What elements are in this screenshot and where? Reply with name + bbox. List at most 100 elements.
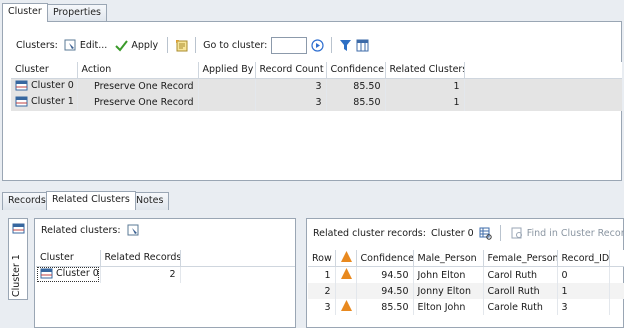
- filter-icon[interactable]: [339, 39, 352, 52]
- col-header-applied-by[interactable]: Applied By: [198, 62, 256, 79]
- tab-properties[interactable]: Properties: [47, 4, 108, 22]
- cluster-name: Cluster 1: [31, 95, 74, 107]
- table-row[interactable]: 3 85.50 Elton John Carole Ruth 3: [308, 299, 624, 315]
- col-header-confidence[interactable]: Confidence: [356, 250, 414, 267]
- tab-records[interactable]: Records: [2, 192, 52, 210]
- note-icon[interactable]: [175, 39, 188, 52]
- related-clusters-cell: 1: [385, 94, 465, 111]
- female-person-cell: Caroll Ruth: [483, 283, 558, 299]
- col-header-filler: [180, 250, 295, 267]
- filler-cell: [464, 78, 622, 95]
- find-icon: [511, 227, 524, 240]
- col-header-filler: [609, 250, 624, 267]
- edit-icon[interactable]: [127, 224, 140, 237]
- col-header-male-person[interactable]: Male_Person: [413, 250, 484, 267]
- related-records-cell: 2: [100, 266, 181, 283]
- toolbar-separator: [167, 37, 169, 53]
- col-header-record-id[interactable]: Record_ID: [557, 250, 610, 267]
- tab-cluster[interactable]: Cluster: [2, 3, 48, 22]
- male-person-cell: Elton John: [413, 299, 484, 315]
- confidence-cell: 94.50: [356, 266, 414, 283]
- col-header-filler: [464, 62, 622, 79]
- tab-related-clusters[interactable]: Related Clusters: [46, 191, 136, 210]
- apply-label: Apply: [131, 39, 159, 51]
- warning-icon: [340, 299, 353, 312]
- col-header-confidence[interactable]: Confidence: [326, 62, 386, 79]
- confidence-cell: 85.50: [356, 299, 414, 315]
- filler-cell: [609, 299, 624, 315]
- male-person-cell: Jonny Elton: [413, 283, 484, 299]
- applied-by-cell: [198, 94, 256, 111]
- cluster-icon: [40, 267, 53, 280]
- go-play-icon[interactable]: [311, 38, 324, 52]
- toolbar-separator: [195, 37, 197, 53]
- find-label: Find in Cluster Records: [526, 227, 624, 239]
- record-count-cell: 3: [255, 94, 327, 111]
- row-number-cell: 2: [308, 283, 336, 299]
- cluster-icon: [12, 222, 25, 235]
- record-id-cell: 0: [557, 266, 610, 283]
- col-header-related-clusters[interactable]: Related Clusters: [385, 62, 465, 79]
- grid-view-icon[interactable]: [479, 227, 492, 240]
- female-person-cell: Carole Ruth: [483, 299, 558, 315]
- record-id-cell: 3: [557, 299, 610, 315]
- confidence-cell: 94.50: [356, 283, 414, 299]
- warning-icon: [340, 250, 353, 263]
- clusters-grid: Cluster Action Applied By Record Count C…: [11, 62, 622, 111]
- table-row[interactable]: Cluster 0 Preserve One Record 3 85.50 1: [11, 78, 622, 95]
- cluster-toolbar: Clusters: Edit... Apply Go to cluster:: [11, 34, 621, 56]
- confidence-cell: 85.50: [326, 78, 386, 95]
- filler-cell: [464, 94, 622, 111]
- col-header-warning[interactable]: [335, 250, 357, 267]
- row-number-cell: 3: [308, 299, 336, 315]
- columns-icon[interactable]: [356, 39, 369, 52]
- col-header-row[interactable]: Row: [308, 250, 336, 267]
- cluster-icon: [15, 95, 28, 108]
- table-row[interactable]: 2 94.50 Jonny Elton Caroll Ruth 1: [308, 283, 624, 299]
- warning-cell: [335, 283, 357, 299]
- goto-cluster-label: Go to cluster:: [203, 39, 268, 51]
- toolbar-separator: [499, 225, 501, 241]
- table-row[interactable]: Cluster 1 Preserve One Record 3 85.50 1: [11, 94, 622, 111]
- record-id-cell: 1: [557, 283, 610, 299]
- col-header-action[interactable]: Action: [77, 62, 199, 79]
- checkmark-icon: [115, 39, 129, 52]
- side-tab-label: Cluster 1: [11, 254, 22, 297]
- col-header-cluster[interactable]: Cluster: [11, 62, 78, 79]
- filler-cell: [609, 283, 624, 299]
- toolbar-separator: [331, 37, 333, 53]
- edit-icon: [64, 39, 77, 52]
- clusters-label: Clusters:: [16, 39, 58, 51]
- col-header-cluster[interactable]: Cluster: [36, 250, 101, 267]
- cluster-name: Cluster 0: [31, 79, 74, 91]
- apply-button[interactable]: Apply: [113, 36, 160, 54]
- record-count-cell: 3: [255, 78, 327, 95]
- table-row[interactable]: Cluster 0 2: [36, 266, 295, 283]
- filler-cell: [609, 267, 624, 284]
- col-header-record-count[interactable]: Record Count: [255, 62, 327, 79]
- side-tab-cluster[interactable]: Cluster 1: [8, 218, 28, 300]
- cluster-icon: [15, 79, 28, 92]
- related-records-toolbar: Related cluster records: Cluster 0 Find …: [313, 224, 624, 242]
- filler-cell: [180, 266, 295, 283]
- related-records-grid: Row Confidence Male_Person Female_Person…: [308, 250, 624, 315]
- confidence-cell: 85.50: [326, 94, 386, 111]
- tab-notes[interactable]: Notes: [130, 192, 170, 210]
- related-records-label: Related cluster records:: [313, 227, 426, 239]
- related-clusters-label: Related clusters:: [41, 225, 121, 236]
- col-header-female-person[interactable]: Female_Person: [483, 250, 558, 267]
- table-row[interactable]: 1 94.50 John Elton Carol Ruth 0: [308, 266, 624, 284]
- find-in-cluster-records-button[interactable]: Find in Cluster Records: [509, 224, 624, 242]
- related-clusters-toolbar: Related clusters:: [41, 224, 140, 237]
- action-cell: Preserve One Record: [77, 78, 199, 95]
- related-clusters-grid: Cluster Related Records Cluster 0 2: [36, 250, 295, 283]
- female-person-cell: Carol Ruth: [483, 266, 558, 283]
- edit-label: Edit...: [79, 39, 108, 51]
- related-clusters-cell: 1: [385, 78, 465, 95]
- goto-cluster-input[interactable]: [271, 36, 308, 54]
- male-person-cell: John Elton: [413, 266, 484, 283]
- action-cell: Preserve One Record: [77, 94, 199, 111]
- applied-by-cell: [198, 78, 256, 95]
- edit-button[interactable]: Edit...: [62, 36, 109, 54]
- col-header-related-records[interactable]: Related Records: [100, 250, 181, 267]
